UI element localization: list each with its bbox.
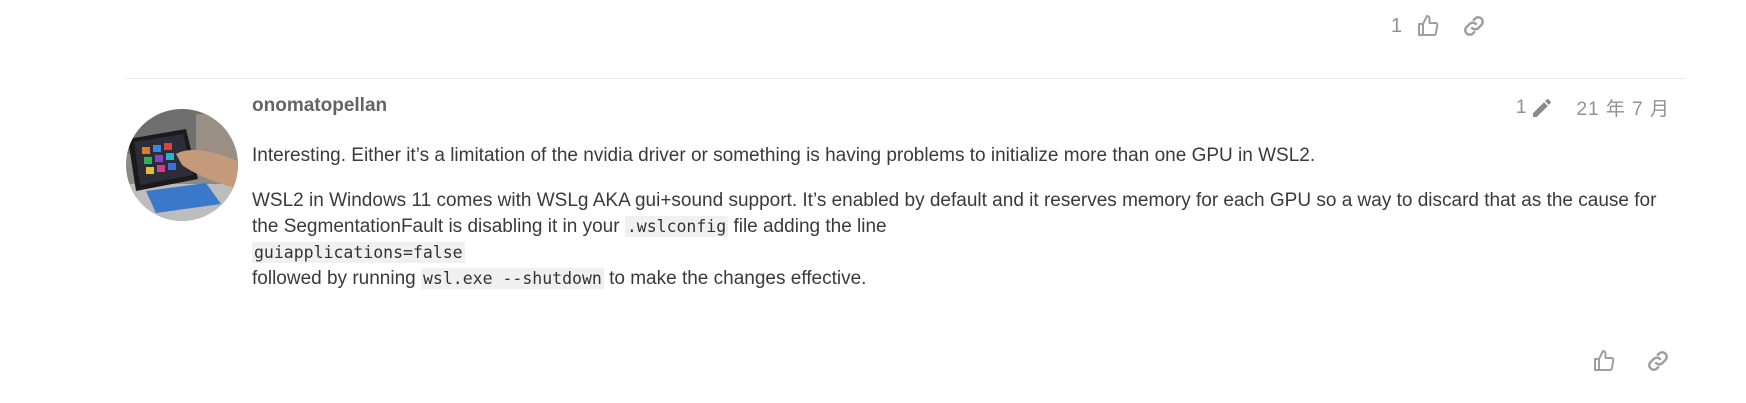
thumbs-up-icon[interactable] xyxy=(1416,14,1440,38)
previous-post-actions: 1 xyxy=(1391,14,1486,38)
post-paragraph: Interesting. Either it’s a limitation of… xyxy=(252,145,1316,166)
post-text: to make the changes effective. xyxy=(603,268,867,289)
like-count: 1 xyxy=(1390,14,1402,37)
post-author[interactable]: onomatopellan xyxy=(252,95,387,117)
post-divider xyxy=(126,78,1686,79)
thumbs-up-icon[interactable] xyxy=(1592,349,1616,373)
post-text: file adding the line xyxy=(728,216,887,237)
link-icon[interactable] xyxy=(1646,349,1670,373)
post-actions xyxy=(1592,349,1670,373)
avatar[interactable] xyxy=(126,109,238,221)
link-icon[interactable] xyxy=(1462,14,1486,38)
post-text: WSL2 in Windows 11 comes with WSLg AKA g… xyxy=(252,190,1657,237)
post-date[interactable]: 21 年 7 月 xyxy=(1576,94,1670,121)
pencil-icon[interactable] xyxy=(1530,96,1554,120)
post-text: followed by running xyxy=(252,268,421,289)
post-body: Interesting. Either it’s a limitation of… xyxy=(252,143,1672,311)
post-meta: 1 21 年 7 月 xyxy=(1516,94,1670,121)
inline-code: .wslconfig xyxy=(624,216,729,237)
edit-count[interactable]: 1 xyxy=(1516,97,1527,119)
post-paragraph: WSL2 in Windows 11 comes with WSLg AKA g… xyxy=(252,188,1672,292)
inline-code: guiapplications=false xyxy=(252,242,465,263)
inline-code: wsl.exe --shutdown xyxy=(421,268,604,289)
